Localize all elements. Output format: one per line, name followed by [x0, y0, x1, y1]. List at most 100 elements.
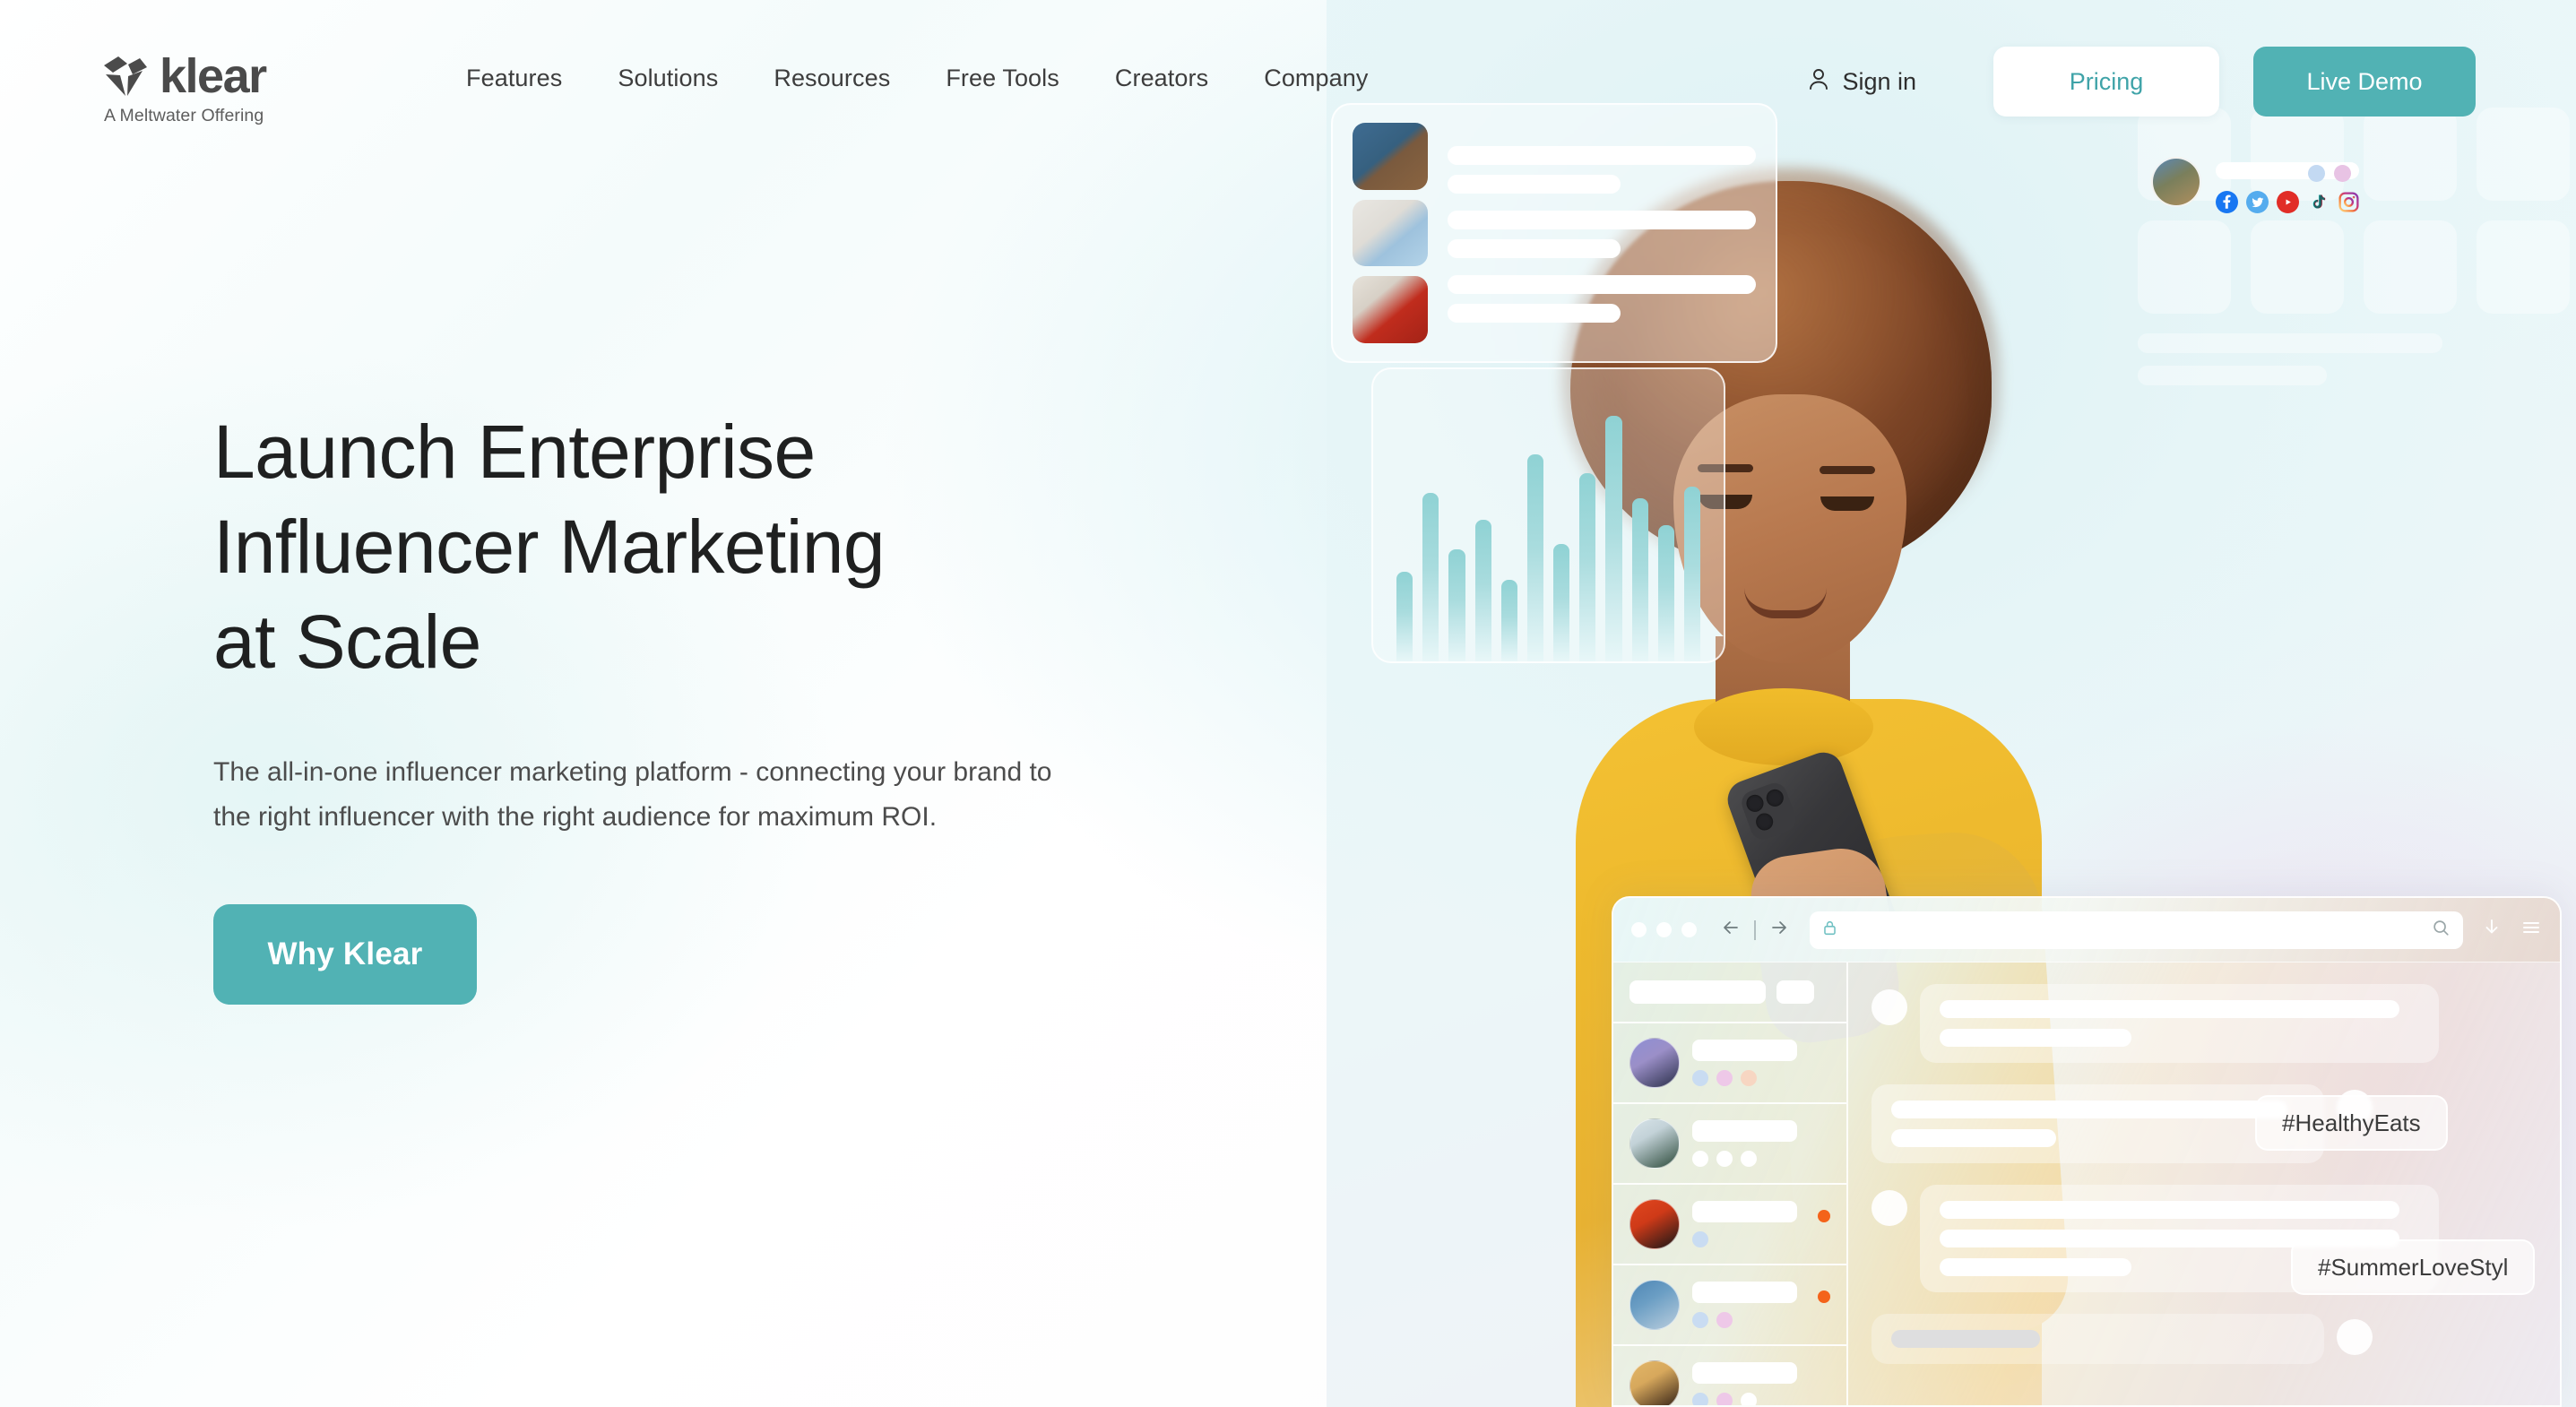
logo-wordmark: klear [160, 49, 267, 103]
youtube-icon[interactable] [2277, 191, 2299, 213]
list-item[interactable] [1613, 1185, 1846, 1265]
placeholder-bar [1448, 303, 1621, 323]
hashtag-pill-healthyeats[interactable]: #HealthyEats [2255, 1095, 2448, 1151]
klear-diamond-logo-icon [100, 53, 151, 99]
list-item-content [1692, 1282, 1830, 1328]
chart-bar [1631, 497, 1648, 661]
placeholder-bar [1940, 1000, 2400, 1018]
placeholder-bar [1891, 1129, 2057, 1147]
nav-item-company[interactable]: Company [1264, 65, 1368, 92]
placeholder-bar [1776, 980, 1814, 1004]
hashtag-pill-summerlovestyle[interactable]: #SummerLoveStyl [2291, 1239, 2536, 1295]
avatar [1629, 1199, 1680, 1249]
placeholder-bar [1692, 1120, 1798, 1142]
hamburger-menu-icon[interactable] [2520, 917, 2542, 943]
placeholder-bar [1940, 1201, 2400, 1219]
toolbar-divider [1754, 919, 1756, 940]
status-badge [1818, 1210, 1830, 1222]
avatar [1629, 1038, 1680, 1088]
browser-body [1613, 962, 2560, 1405]
status-badge [1818, 1290, 1830, 1303]
browser-url-bar[interactable] [1810, 911, 2463, 949]
download-icon[interactable] [2481, 917, 2503, 943]
bg-tile [2477, 220, 2570, 314]
placeholder-bar [1448, 210, 1756, 229]
logo-row: klear [100, 52, 307, 100]
bg-line [2138, 333, 2442, 353]
sidebar-header [1613, 962, 1846, 1023]
placeholder-bar [1692, 1282, 1798, 1303]
logo[interactable]: klear A Meltwater Offering [100, 52, 307, 126]
bg-tile [2251, 220, 2344, 314]
search-icon[interactable] [2431, 918, 2451, 942]
pricing-button[interactable]: Pricing [1993, 47, 2219, 117]
browser-content [1848, 962, 2560, 1405]
browser-navigation [1720, 917, 1790, 943]
placeholder-bar [1891, 1330, 2040, 1348]
sign-in-label: Sign in [1842, 67, 1916, 95]
avatar [2336, 1319, 2373, 1355]
traffic-lights[interactable] [1631, 922, 1697, 937]
live-demo-button[interactable]: Live Demo [2253, 47, 2476, 117]
nav-item-free-tools[interactable]: Free Tools [946, 65, 1059, 92]
platform-dot [1741, 1393, 1757, 1405]
placeholder-bar [1940, 1029, 2131, 1047]
hero-title-line-3: at Scale [213, 599, 481, 684]
chart-bar [1448, 549, 1465, 661]
avatar [1871, 989, 1907, 1025]
platform-dot [1692, 1393, 1708, 1405]
platform-dots [1692, 1070, 1830, 1086]
platform-dot [1692, 1151, 1708, 1167]
instagram-icon[interactable] [2338, 191, 2360, 213]
placeholder-group [1448, 210, 1756, 258]
facebook-icon[interactable] [2216, 191, 2238, 213]
browser-actions [2481, 917, 2542, 943]
platform-dot [1716, 1151, 1733, 1167]
twitter-icon[interactable] [2246, 191, 2269, 213]
sign-in-link[interactable]: Sign in [1807, 66, 1916, 98]
avatar [1871, 1190, 1907, 1226]
woman-collar [1694, 688, 1873, 765]
message-row [1871, 984, 2537, 1063]
hero-copy: Launch Enterprise Influencer Marketing a… [213, 405, 1163, 1006]
product-thumb-handbag-blue [1353, 199, 1428, 267]
hero-subtitle: The all-in-one influencer marketing plat… [213, 757, 1052, 833]
placeholder-bar [1629, 980, 1766, 1004]
nav-item-creators[interactable]: Creators [1115, 65, 1208, 92]
list-item[interactable] [1613, 1265, 1846, 1346]
bg-line [2138, 366, 2327, 385]
nav-item-resources[interactable]: Resources [774, 65, 890, 92]
avatar [1629, 1280, 1680, 1330]
product-thumb-handbag-red [1353, 276, 1428, 344]
phone-camera-module [1738, 779, 1800, 843]
why-klear-button[interactable]: Why Klear [213, 904, 477, 1006]
platform-dot [1716, 1070, 1733, 1086]
placeholder-bar [1692, 1362, 1798, 1384]
arrow-left-icon[interactable] [1720, 917, 1742, 943]
site-header: klear A Meltwater Offering Features Solut… [0, 0, 2576, 176]
woman-brow-right [1820, 466, 1875, 474]
list-item[interactable] [1613, 1023, 1846, 1104]
nav-item-solutions[interactable]: Solutions [618, 65, 718, 92]
user-icon [1807, 66, 1830, 98]
list-item[interactable] [1613, 1104, 1846, 1185]
platform-dot [1716, 1393, 1733, 1405]
placeholder-bar [1891, 1101, 2288, 1118]
list-item[interactable] [1613, 1346, 1846, 1405]
platform-dot [1692, 1231, 1708, 1247]
page-title: Launch Enterprise Influencer Marketing a… [213, 405, 1163, 689]
logo-tagline: A Meltwater Offering [104, 106, 264, 125]
list-item-content [1692, 1040, 1830, 1086]
placeholder-bar [1448, 174, 1621, 194]
arrow-right-icon[interactable] [1768, 917, 1790, 943]
influencer-list [1613, 1023, 1846, 1405]
chart-bar [1605, 416, 1622, 661]
avatar [1629, 1360, 1680, 1405]
hero-title-line-1: Launch Enterprise [213, 410, 816, 494]
chart-bar [1683, 487, 1701, 661]
nav-item-features[interactable]: Features [466, 65, 562, 92]
tiktok-icon[interactable] [2307, 191, 2330, 213]
bg-tile [2364, 220, 2457, 314]
placeholder-bar [1940, 1258, 2131, 1276]
placeholder-bar [1692, 1201, 1798, 1222]
